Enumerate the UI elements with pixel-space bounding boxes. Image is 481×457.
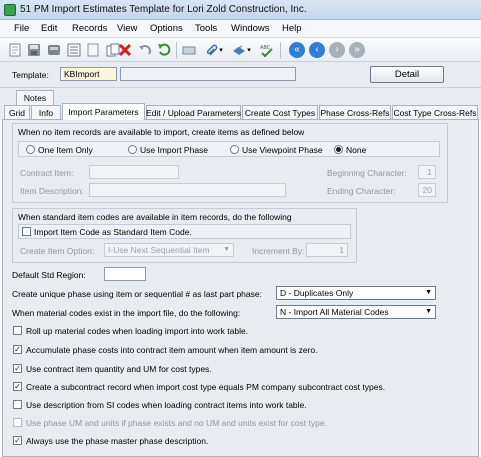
unique-phase-value: D - Duplicates Only — [280, 288, 354, 298]
use-si-description-checkbox[interactable] — [13, 400, 22, 409]
tab-cost-type-cross-refs[interactable]: Cost Type Cross-Refs — [392, 105, 478, 120]
template-input[interactable]: KBImport — [60, 67, 117, 81]
ending-character-input[interactable]: 20 — [418, 183, 436, 197]
beginning-character-input[interactable]: 1 — [418, 165, 436, 179]
detail-button[interactable]: Detail — [370, 66, 444, 83]
template-label: Template: — [12, 70, 49, 80]
material-codes-label: When material codes exist in the import … — [12, 308, 241, 318]
refresh-icon[interactable] — [155, 41, 173, 59]
radio-use-viewpoint-phase[interactable] — [230, 145, 239, 154]
import-item-code-checkbox[interactable] — [22, 227, 31, 236]
menu-file[interactable]: File — [14, 23, 29, 34]
delete-icon[interactable] — [116, 41, 134, 59]
undo-icon[interactable] — [136, 41, 154, 59]
increment-by-input[interactable]: 1 — [306, 243, 348, 257]
tab-edit-upload-parameters[interactable]: Edit / Upload Parameters — [146, 105, 241, 120]
new-record-icon[interactable] — [6, 41, 24, 59]
spellcheck-icon[interactable]: ABC — [258, 41, 276, 59]
radio-use-import-phase-label: Use Import Phase — [140, 145, 209, 155]
use-contract-item-quantity-checkbox[interactable]: ✓ — [13, 364, 22, 373]
create-item-option-label: Create Item Option: — [20, 246, 95, 256]
default-std-region-input[interactable] — [104, 267, 146, 281]
material-codes-value: N - Import All Material Codes — [280, 307, 389, 317]
print-menu-icon[interactable]: ▾ — [245, 41, 253, 59]
menu-bar: File Edit Records View Options Tools Win… — [0, 20, 481, 38]
toolbar-separator — [280, 42, 281, 58]
create-item-option-value: I-Use Next Sequential Item — [108, 245, 210, 255]
standard-item-group-title: When standard item codes are available i… — [18, 212, 292, 222]
radio-one-item-only-label: One Item Only — [38, 145, 93, 155]
menu-view[interactable]: View — [117, 23, 137, 34]
always-use-phase-description-label: Always use the phase master phase descri… — [26, 436, 209, 446]
toolbar-separator — [176, 42, 177, 58]
unique-phase-label: Create unique phase using item or sequen… — [12, 289, 262, 299]
menu-options[interactable]: Options — [150, 23, 183, 34]
menu-tools[interactable]: Tools — [195, 23, 217, 34]
contract-item-input[interactable] — [89, 165, 179, 179]
tab-info[interactable]: Info — [31, 105, 61, 120]
material-codes-select[interactable]: N - Import All Material Codes ▼ — [276, 305, 436, 319]
template-description-field — [120, 67, 296, 81]
default-std-region-label: Default Std Region: — [12, 270, 86, 280]
clear-icon[interactable] — [180, 41, 198, 59]
menu-edit[interactable]: Edit — [41, 23, 57, 34]
tab-create-cost-types[interactable]: Create Cost Types — [242, 105, 318, 120]
use-phase-um-label: Use phase UM and units if phase exists a… — [26, 418, 327, 428]
roll-up-material-codes-label: Roll up material codes when loading impo… — [26, 326, 249, 336]
accumulate-phase-costs-label: Accumulate phase costs into contract ite… — [26, 345, 318, 355]
menu-windows[interactable]: Windows — [231, 23, 270, 34]
contract-item-label: Contract Item: — [20, 168, 74, 178]
unique-phase-select[interactable]: D - Duplicates Only ▼ — [276, 286, 436, 300]
toolbar: ▾ ▾ ABC « ‹ › » — [0, 38, 481, 62]
radio-one-item-only[interactable] — [26, 145, 35, 154]
radio-none-label: None — [346, 145, 367, 155]
save-as-icon[interactable] — [45, 41, 63, 59]
radio-use-viewpoint-phase-label: Use Viewpoint Phase — [242, 145, 323, 155]
ending-character-label: Ending Character: — [327, 186, 396, 196]
item-description-input[interactable] — [89, 183, 286, 197]
increment-by-label: Increment By: — [252, 246, 305, 256]
last-record-icon[interactable]: » — [348, 41, 366, 59]
dropdown-arrow-icon: ▼ — [425, 289, 432, 296]
accumulate-phase-costs-checkbox[interactable]: ✓ — [13, 345, 22, 354]
first-record-icon[interactable]: « — [288, 41, 306, 59]
radio-none[interactable] — [334, 145, 343, 154]
menu-records[interactable]: Records — [72, 23, 107, 34]
menu-help[interactable]: Help — [282, 23, 302, 34]
create-subcontract-record-checkbox[interactable]: ✓ — [13, 382, 22, 391]
app-icon — [4, 4, 16, 16]
import-item-code-label: Import Item Code as Standard Item Code. — [34, 227, 192, 237]
svg-text:ABC: ABC — [260, 45, 271, 51]
next-record-icon[interactable]: › — [328, 41, 346, 59]
tab-grid[interactable]: Grid — [4, 105, 30, 120]
item-creation-group-title: When no item records are available to im… — [18, 127, 305, 137]
title-bar: 51 PM Import Estimates Template for Lori… — [0, 0, 481, 20]
attach-menu-icon[interactable]: ▾ — [217, 41, 225, 59]
use-si-description-label: Use description from SI codes when loadi… — [26, 400, 307, 410]
radio-selected-dot — [336, 147, 341, 152]
tab-notes[interactable]: Notes — [16, 90, 54, 105]
use-contract-item-quantity-label: Use contract item quantity and UM for co… — [26, 364, 212, 374]
use-phase-um-checkbox[interactable] — [13, 418, 22, 427]
item-description-label: Item Description: — [20, 186, 84, 196]
beginning-character-label: Beginning Character: — [327, 168, 407, 178]
create-item-option-select[interactable]: I-Use Next Sequential Item ▼ — [104, 243, 234, 257]
roll-up-material-codes-checkbox[interactable] — [13, 326, 22, 335]
dropdown-arrow-icon: ▼ — [223, 246, 230, 253]
notes-icon[interactable] — [84, 41, 102, 59]
window-title: 51 PM Import Estimates Template for Lori… — [20, 4, 307, 15]
previous-record-icon[interactable]: ‹ — [308, 41, 326, 59]
radio-use-import-phase[interactable] — [128, 145, 137, 154]
create-subcontract-record-label: Create a subcontract record when import … — [26, 382, 386, 392]
record-list-icon[interactable] — [65, 41, 83, 59]
save-icon[interactable] — [25, 41, 43, 59]
dropdown-arrow-icon: ▼ — [425, 308, 432, 315]
always-use-phase-description-checkbox[interactable]: ✓ — [13, 436, 22, 445]
tab-import-parameters[interactable]: Import Parameters — [62, 103, 145, 120]
tab-phase-cross-refs[interactable]: Phase Cross-Refs — [319, 105, 391, 120]
